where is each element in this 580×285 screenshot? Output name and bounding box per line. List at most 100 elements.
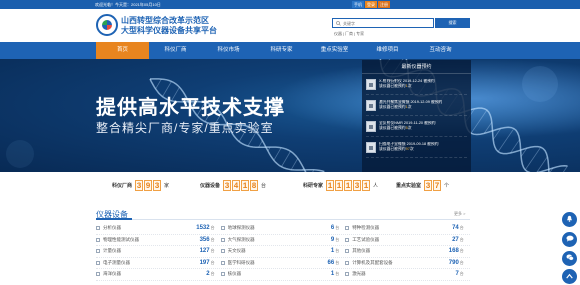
stat-label: 重点实验室 [396, 183, 422, 189]
nav-repair[interactable]: 维修项目 [361, 42, 414, 59]
account-actions: 手机 登录 注册 [352, 1, 390, 8]
search-box [332, 18, 434, 28]
category-count: 127 [199, 248, 210, 255]
category-count: 66 [327, 259, 335, 266]
instrument-thumbnail [366, 78, 376, 90]
search-category-links: 仪器 | 厂商 | 专家 [334, 31, 365, 37]
search-button[interactable]: 搜索 [435, 18, 470, 28]
stat-label: 科仪厂商 [112, 183, 133, 189]
category-name: 医学科研仪器 [227, 259, 255, 265]
reservation-name: 扫描电子显微镜 [379, 142, 406, 146]
category-count: 1 [330, 271, 335, 278]
category-count: 356 [199, 236, 210, 243]
welcome-text: 欢迎光临！今天是：2021年05月10日 [95, 2, 161, 7]
equipment-category[interactable]: 核仪器 1 台 [220, 271, 346, 278]
equipment-grid: 分析仪器 1532 台地球探测仪器 6 台特种检测仪器 74 台物理性能测试仪器 356 台大气… [96, 223, 470, 281]
mobile-link[interactable]: 手机 [352, 1, 364, 8]
reservation-status: 被预约 [423, 79, 435, 83]
category-unit: 台 [335, 225, 340, 231]
equipment-row: 物理性能测试仪器 356 台大气探测仪器 9 台工艺试验仪器 27 台 [96, 235, 470, 246]
category-icon [96, 249, 100, 254]
search-link-instrument[interactable]: 仪器 [334, 31, 342, 37]
stat-unit: 个 [444, 183, 450, 189]
stat-item: 仪器设备 3 4 1 8 台 [200, 180, 266, 191]
category-unit: 台 [459, 271, 464, 277]
category-count: 168 [448, 248, 459, 255]
category-name: 激光器 [352, 271, 366, 277]
reservation-unit: 次 [407, 84, 412, 88]
category-count: 790 [448, 259, 459, 266]
category-count: 74 [452, 225, 459, 232]
category-count: 197 [199, 259, 210, 266]
category-icon [345, 260, 350, 265]
float-bell-button[interactable] [562, 212, 577, 227]
reservation-item[interactable]: X-射线衍射仪 2019-12-24 被预约 该仪器已被预约1次 [366, 74, 467, 95]
stat-digit: 1 [335, 180, 344, 191]
stat-unit: 家 [164, 183, 170, 189]
stat-label: 仪器设备 [200, 183, 221, 189]
float-top-button[interactable] [562, 269, 577, 284]
equipment-category[interactable]: 医学科研仪器 66 台 [220, 259, 346, 266]
equipment-category[interactable]: 地球探测仪器 6 台 [220, 225, 346, 231]
equipment-more-link[interactable]: 更多 > [454, 211, 465, 217]
hero-banner[interactable]: 提供高水平技术支撑 整合精尖厂商/专家/重点实验室 [0, 59, 580, 172]
equipment-category[interactable]: 特种检测仪器 74 台 [345, 225, 470, 231]
reservation-text: 激光共聚焦显微镜 2019-12-09 被预约 该仪器已被预约1次 [379, 100, 442, 110]
category-icon [96, 260, 100, 265]
search-input[interactable] [343, 19, 429, 27]
reservation-item[interactable]: 扫描电子显微镜 2019-09-18 被预约 该仪器已被预约97次 [366, 137, 467, 158]
category-count: 27 [452, 236, 459, 243]
stat-digit: 3 [424, 180, 433, 191]
equipment-category[interactable]: 海洋仪器 2 台 [96, 271, 221, 277]
instrument-thumbnail [366, 99, 376, 111]
equipment-category[interactable]: 计算机及其配套设备 790 台 [345, 260, 470, 266]
equipment-category[interactable]: 天文仪器 1 台 [220, 248, 346, 255]
register-button[interactable]: 注册 [378, 1, 390, 8]
stat-digit: 3 [353, 180, 362, 191]
category-icon [345, 272, 350, 277]
stat-item: 科仪厂商 3 9 3 家 [112, 180, 169, 191]
equipment-category[interactable]: 其他仪器 168 台 [345, 248, 470, 254]
equipment-category[interactable]: 分析仪器 1532 台 [96, 225, 221, 231]
equipment-category[interactable]: 电子测量仪器 197 台 [96, 260, 221, 266]
nav-vendors[interactable]: 科仪厂商 [149, 42, 202, 59]
nav-consult[interactable]: 互动咨询 [414, 42, 467, 59]
nav-market[interactable]: 科仪市场 [202, 42, 255, 59]
reservation-unit: 次 [407, 126, 412, 130]
float-wechat-button[interactable] [562, 251, 577, 266]
stat-unit: 台 [261, 183, 267, 189]
equipment-category[interactable]: 工艺试验仪器 27 台 [345, 237, 470, 243]
stat-digit: 3 [135, 180, 144, 191]
instrument-thumbnail [366, 141, 376, 153]
equipment-row: 计量仪器 127 台天文仪器 1 台其他仪器 168 台 [96, 246, 470, 258]
equipment-category[interactable]: 物理性能测试仪器 356 台 [96, 237, 221, 243]
category-name: 核仪器 [227, 271, 242, 277]
login-button[interactable]: 登录 [365, 1, 377, 8]
category-count: 1 [330, 248, 335, 255]
stat-digit: 4 [232, 180, 241, 191]
stat-digit: 1 [241, 180, 250, 191]
equipment-category[interactable]: 计量仪器 127 台 [96, 248, 221, 254]
category-name: 地球探测仪器 [227, 225, 255, 231]
category-count: 1532 [196, 225, 210, 232]
category-icon [220, 226, 225, 231]
instrument-thumbnail [366, 120, 376, 132]
reservation-unit: 次 [409, 147, 414, 151]
equipment-category[interactable]: 大气探测仪器 9 台 [220, 236, 346, 243]
search-link-vendor[interactable]: 厂商 [345, 31, 353, 37]
category-unit: 台 [210, 259, 215, 265]
category-name: 大气探测仪器 [227, 236, 255, 242]
reservation-item[interactable]: 全反射仪NMR 2019-11-20 被预约 该仪器已被预约5次 [366, 116, 467, 137]
reservation-item[interactable]: 激光共聚焦显微镜 2019-12-09 被预约 该仪器已被预约1次 [366, 95, 467, 116]
arrow-up-icon [566, 273, 573, 281]
nav-experts[interactable]: 科研专家 [255, 42, 308, 59]
site-logo[interactable] [96, 14, 118, 36]
equipment-row: 分析仪器 1532 台地球探测仪器 6 台特种检测仪器 74 台 [96, 223, 470, 235]
float-chat-button[interactable] [562, 232, 577, 247]
equipment-category[interactable]: 激光器 7 台 [345, 271, 470, 277]
search-link-expert[interactable]: 专家 [356, 31, 364, 37]
category-icon [345, 237, 350, 242]
main-nav: 首页 科仪厂商 科仪市场 科研专家 重点实验室 维修项目 互动咨询 [0, 42, 580, 59]
nav-labs[interactable]: 重点实验室 [308, 42, 361, 59]
nav-home[interactable]: 首页 [96, 42, 149, 59]
